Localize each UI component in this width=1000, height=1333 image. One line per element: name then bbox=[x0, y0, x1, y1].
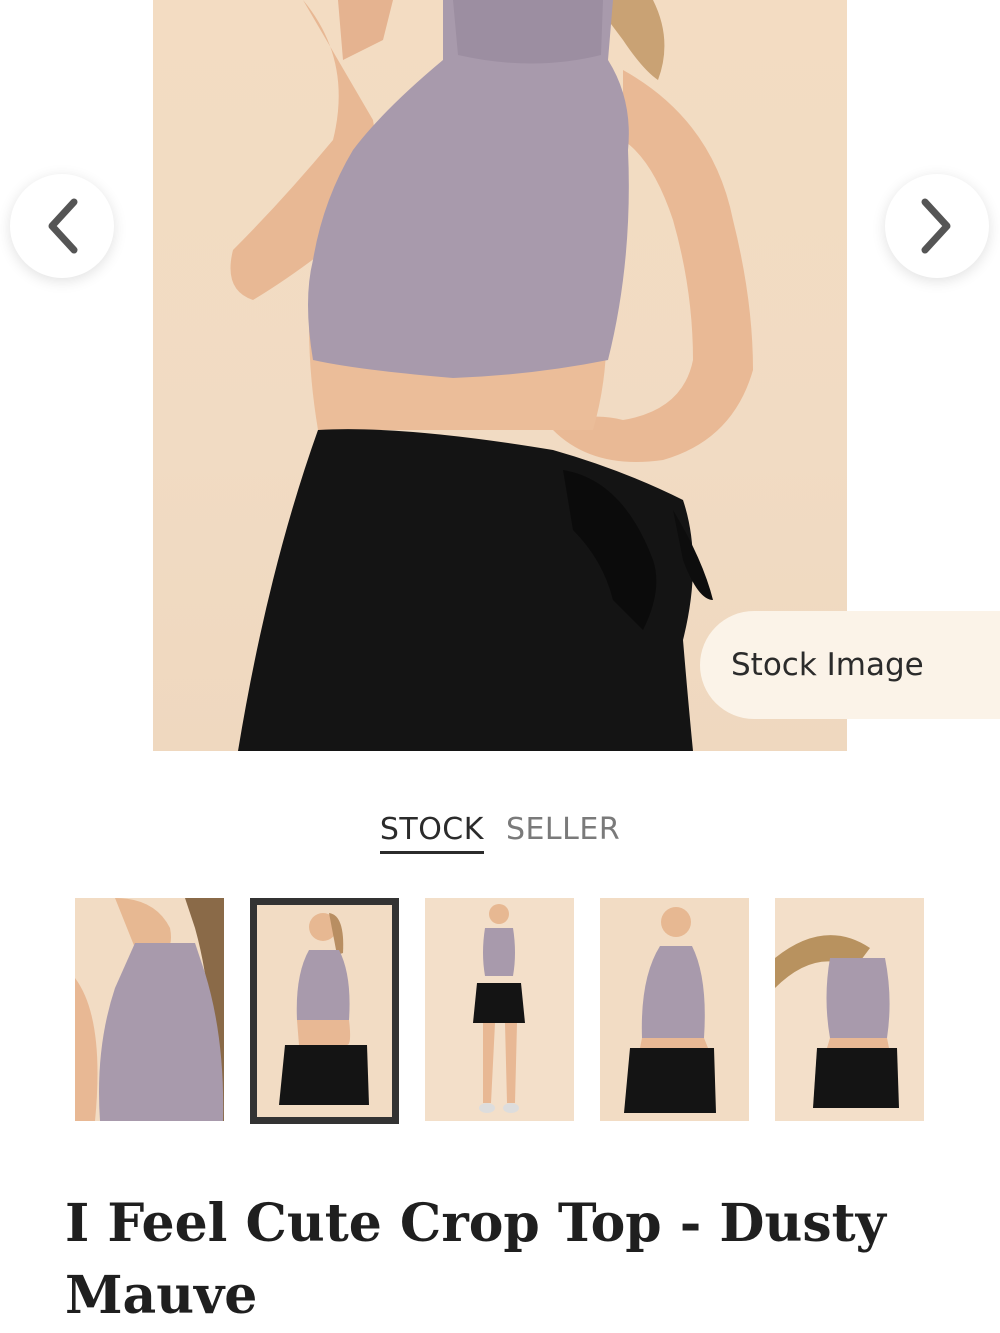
stock-image-badge-label: Stock Image bbox=[731, 647, 924, 683]
next-image-button[interactable] bbox=[885, 174, 989, 278]
product-title: I Feel Cute Crop Top - Dusty Mauve bbox=[65, 1193, 886, 1326]
thumbnail-image bbox=[257, 905, 392, 1117]
stock-image-badge: Stock Image bbox=[700, 611, 1000, 719]
thumbnail-image bbox=[600, 898, 749, 1121]
tab-stock[interactable]: STOCK bbox=[379, 812, 484, 854]
chevron-left-icon bbox=[48, 198, 78, 254]
thumbnail-image bbox=[775, 898, 924, 1121]
thumbnail-4[interactable] bbox=[600, 898, 749, 1121]
thumbnail-5[interactable] bbox=[775, 898, 924, 1121]
thumbnail-image bbox=[425, 898, 574, 1121]
image-source-tabs: STOCK SELLER bbox=[0, 812, 1000, 862]
thumbnail-3[interactable] bbox=[425, 898, 574, 1121]
thumbnail-image bbox=[75, 898, 224, 1121]
tab-seller[interactable]: SELLER bbox=[506, 812, 620, 862]
previous-image-button[interactable] bbox=[10, 174, 114, 278]
thumbnail-2-selected[interactable] bbox=[250, 898, 399, 1124]
chevron-right-icon bbox=[921, 198, 951, 254]
thumbnail-1[interactable] bbox=[75, 898, 224, 1121]
